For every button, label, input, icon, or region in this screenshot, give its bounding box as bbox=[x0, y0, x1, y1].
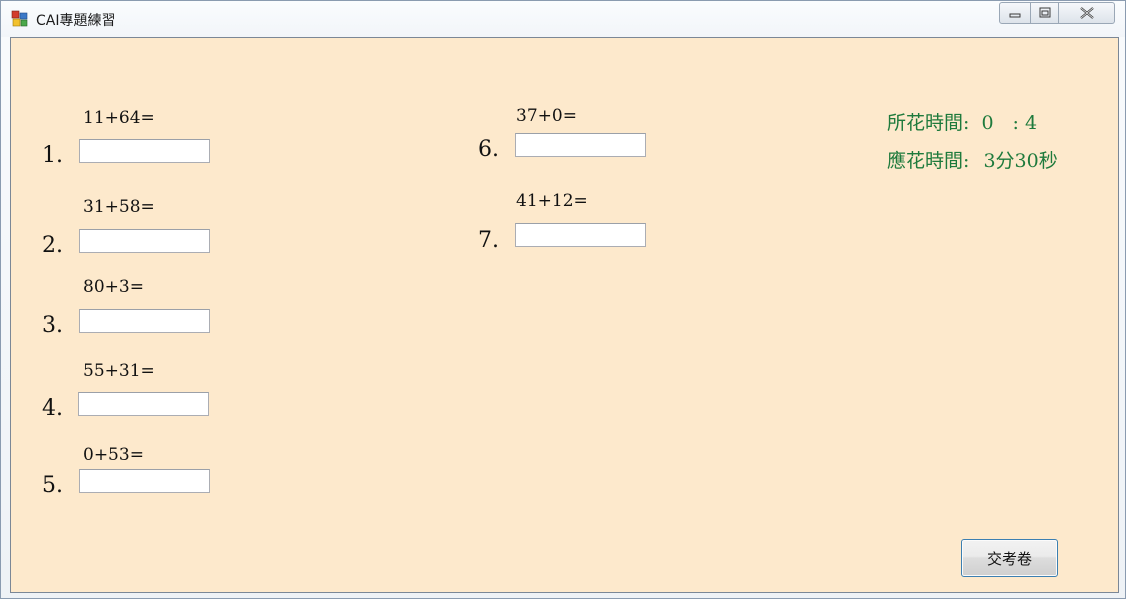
question-2-expression: 31+58= bbox=[83, 197, 155, 217]
allowed-time: 應花時間: 3分30秒 bbox=[887, 146, 1058, 173]
question-7-expression: 41+12= bbox=[516, 191, 588, 211]
allowed-time-value: 3分30秒 bbox=[983, 150, 1058, 172]
elapsed-time-value: 0 : 4 bbox=[981, 112, 1038, 134]
question-2-number: 2. bbox=[42, 233, 63, 258]
question-5-answer-input[interactable] bbox=[79, 469, 210, 493]
minimize-icon bbox=[1009, 13, 1021, 18]
submit-exam-button[interactable]: 交考卷 bbox=[961, 539, 1058, 577]
question-6-number: 6. bbox=[478, 137, 499, 162]
question-5-expression: 0+53= bbox=[83, 445, 144, 465]
question-3-answer-input[interactable] bbox=[79, 309, 210, 333]
caption-buttons bbox=[999, 2, 1115, 24]
question-3-expression: 80+3= bbox=[83, 277, 144, 297]
maximize-icon bbox=[1039, 7, 1050, 18]
question-7-number: 7. bbox=[478, 228, 499, 253]
window-title: CAI專題練習 bbox=[36, 13, 116, 29]
main-window: CAI專題練習 11+64= 1. 31+58= 2. 80+3= 3. 55+… bbox=[0, 0, 1126, 599]
close-button[interactable] bbox=[1059, 2, 1115, 24]
question-4-number: 4. bbox=[42, 396, 63, 421]
close-icon bbox=[1079, 7, 1094, 19]
question-3-number: 3. bbox=[42, 313, 63, 338]
question-7-answer-input[interactable] bbox=[515, 223, 646, 247]
app-window-icon bbox=[11, 10, 28, 27]
elapsed-time: 所花時間: 0 : 4 bbox=[887, 108, 1037, 135]
question-2-answer-input[interactable] bbox=[79, 229, 210, 253]
question-1-expression: 11+64= bbox=[83, 108, 155, 128]
title-bar[interactable]: CAI專題練習 bbox=[1, 1, 1125, 37]
question-6-answer-input[interactable] bbox=[515, 133, 646, 157]
maximize-button[interactable] bbox=[1031, 2, 1059, 24]
question-4-answer-input[interactable] bbox=[78, 392, 209, 416]
question-5-number: 5. bbox=[42, 473, 63, 498]
question-1-number: 1. bbox=[42, 143, 63, 168]
question-6-expression: 37+0= bbox=[516, 106, 577, 126]
question-1-answer-input[interactable] bbox=[79, 139, 210, 163]
allowed-time-label: 應花時間: bbox=[887, 150, 970, 172]
minimize-button[interactable] bbox=[999, 2, 1031, 24]
question-4-expression: 55+31= bbox=[83, 361, 155, 381]
elapsed-time-label: 所花時間: bbox=[887, 112, 970, 134]
quiz-panel: 11+64= 1. 31+58= 2. 80+3= 3. 55+31= 4. 0… bbox=[10, 37, 1119, 593]
